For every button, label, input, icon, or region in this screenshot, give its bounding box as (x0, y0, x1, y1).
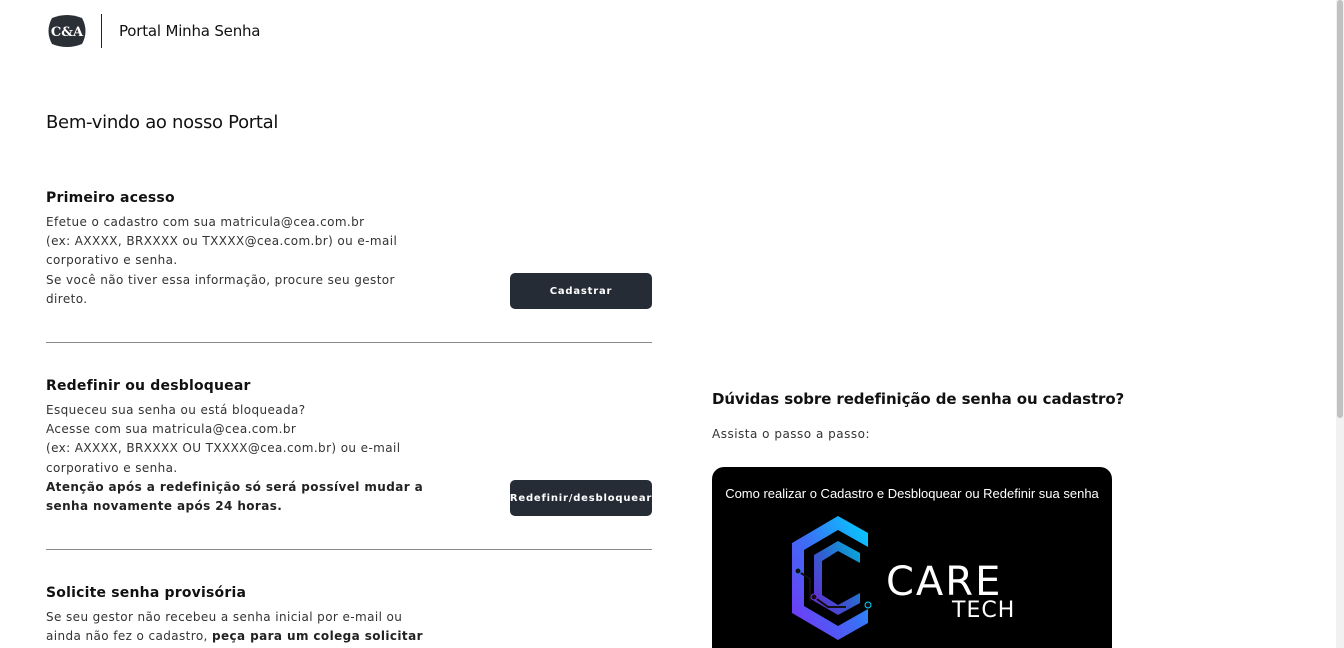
welcome-heading: Bem-vindo ao nosso Portal (46, 112, 279, 133)
svg-text:TECH: TECH (951, 598, 1015, 623)
video-title: Como realizar o Cadastro e Desbloquear o… (725, 486, 1099, 501)
caretech-logo-icon: CARE TECH (792, 516, 1015, 640)
section-description: Esqueceu sua senha ou está bloqueada? Ac… (46, 401, 426, 516)
page-title: Portal Minha Senha (119, 22, 261, 40)
tutorial-video[interactable]: Como realizar o Cadastro e Desbloquear o… (712, 467, 1112, 648)
description-line: Se você não tiver essa informação, procu… (46, 272, 395, 287)
faq-subtitle: Assista o passo a passo: (712, 427, 870, 441)
section-description: Efetue o cadastro com sua matricula@cea.… (46, 213, 426, 309)
description-line: ainda não fez o cadastro, peça para um c… (46, 627, 466, 646)
description-line: Se seu gestor não recebeu a senha inicia… (46, 610, 403, 624)
description-line: (ex: AXXXX, BRXXXX OU TXXXX@cea.com.br) … (46, 441, 401, 456)
warning-line: Atenção após a redefinição só será possí… (46, 479, 424, 494)
description-line: Acesse com sua matricula@cea.com.br (46, 422, 297, 437)
section-temporary-password: Solicite senha provisória Se seu gestor … (46, 585, 652, 648)
section-reset-unlock: Redefinir ou desbloquear Esqueceu sua se… (46, 378, 652, 528)
faq-title: Dúvidas sobre redefinição de senha ou ca… (712, 390, 1125, 408)
reset-unlock-button[interactable]: Redefinir/desbloquear (510, 480, 652, 516)
warning-line: senha novamente após 24 horas. (46, 499, 283, 514)
description-line: Efetue o cadastro com sua matricula@cea.… (46, 215, 365, 229)
section-title: Redefinir ou desbloquear (46, 378, 251, 394)
svg-text:C&A: C&A (51, 25, 84, 40)
section-description: Se seu gestor não recebeu a senha inicia… (46, 608, 466, 646)
faq-block: Dúvidas sobre redefinição de senha ou ca… (712, 390, 1124, 441)
description-line: (ex: AXXXX, BRXXXX ou TXXXX@cea.com.br) … (46, 234, 398, 249)
header-divider (101, 14, 102, 48)
description-line: corporativo e senha. (46, 253, 178, 268)
header: C&A Portal Minha Senha (46, 14, 261, 48)
scrollbar[interactable] (1336, 0, 1344, 648)
section-title: Solicite senha provisória (46, 585, 247, 601)
description-text: ainda não fez o cadastro, (46, 629, 212, 644)
cea-logo-icon[interactable]: C&A (46, 14, 88, 48)
description-line: Esqueceu sua senha ou está bloqueada? (46, 403, 306, 417)
register-button[interactable]: Cadastrar (510, 273, 652, 309)
description-line: direto. (46, 291, 88, 306)
section-first-access: Primeiro acesso Efetue o cadastro com su… (46, 190, 652, 320)
divider (46, 549, 652, 550)
description-strong-text: peça para um colega solicitar (212, 629, 423, 644)
scrollbar-thumb[interactable] (1337, 0, 1343, 418)
description-line: corporativo e senha. (46, 460, 178, 475)
divider (46, 342, 652, 343)
section-title: Primeiro acesso (46, 190, 175, 206)
